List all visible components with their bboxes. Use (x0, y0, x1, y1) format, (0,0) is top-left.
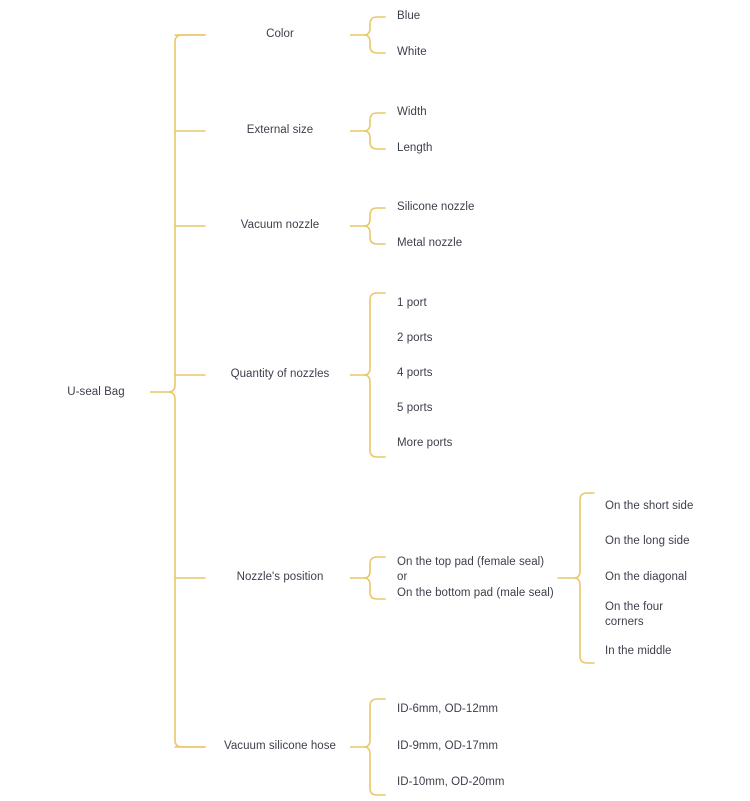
branch-node-quantity-of-nozzles[interactable]: Quantity of nozzles (210, 357, 350, 393)
leaf-node-hose-id6-od12[interactable]: ID-6mm, OD-12mm (387, 696, 557, 724)
mind-map-diagram: U-seal Bag Color Blue White External siz… (0, 0, 750, 801)
leaf-node-silicone-nozzle[interactable]: Silicone nozzle (387, 194, 557, 222)
leaf-node-on-the-four-corners-label: On the four corners (605, 600, 664, 628)
branch-node-nozzles-position-label: Nozzle's position (236, 571, 324, 584)
brace-nozzle-position (363, 556, 386, 600)
leaf-node-on-the-long-side[interactable]: On the long side (595, 528, 705, 556)
leaf-node-hose-id9-od17[interactable]: ID-9mm, OD-17mm (387, 733, 557, 761)
leaf-node-on-the-short-side[interactable]: On the short side (595, 493, 705, 521)
branch-node-quantity-of-nozzles-label: Quantity of nozzles (230, 368, 330, 381)
leaf-node-in-the-middle[interactable]: In the middle (595, 638, 705, 666)
leaf-node-blue-label: Blue (397, 10, 421, 23)
leaf-node-on-the-diagonal[interactable]: On the diagonal (595, 564, 705, 592)
brace-quantity (363, 292, 386, 458)
leaf-node-more-ports[interactable]: More ports (387, 430, 557, 458)
leaf-node-hose-id6-od12-label: ID-6mm, OD-12mm (397, 703, 499, 716)
main-brace (167, 34, 206, 748)
leaf-node-width[interactable]: Width (387, 99, 557, 127)
leaf-node-hose-id10-od20-label: ID-10mm, OD-20mm (397, 776, 505, 789)
branch-node-vacuum-nozzle-label: Vacuum nozzle (240, 219, 320, 232)
leaf-node-metal-nozzle[interactable]: Metal nozzle (387, 230, 557, 258)
leaf-node-more-ports-label: More ports (397, 437, 453, 450)
branch-node-nozzles-position[interactable]: Nozzle's position (210, 560, 350, 596)
leaf-node-silicone-nozzle-label: Silicone nozzle (397, 201, 475, 214)
leaf-node-2-ports-label: 2 ports (397, 332, 433, 345)
leaf-node-1-port[interactable]: 1 port (387, 290, 557, 318)
leaf-node-blue[interactable]: Blue (387, 3, 557, 31)
branch-node-external-size[interactable]: External size (210, 113, 350, 149)
brace-vacuum-nozzle (363, 207, 386, 245)
branch-node-color-label: Color (266, 28, 294, 41)
leaf-node-pad-seal[interactable]: On the top pad (female seal) or On the b… (387, 556, 557, 600)
leaf-node-on-the-short-side-label: On the short side (605, 500, 694, 513)
leaf-node-on-the-long-side-label: On the long side (605, 535, 690, 548)
leaf-node-2-ports[interactable]: 2 ports (387, 325, 557, 353)
leaf-node-on-the-diagonal-label: On the diagonal (605, 571, 687, 584)
leaf-node-hose-id9-od17-label: ID-9mm, OD-17mm (397, 740, 499, 753)
leaf-node-5-ports[interactable]: 5 ports (387, 395, 557, 423)
leaf-node-on-the-four-corners[interactable]: On the four corners (595, 601, 705, 629)
leaf-node-white[interactable]: White (387, 39, 557, 67)
leaf-node-metal-nozzle-label: Metal nozzle (397, 237, 463, 250)
branch-node-vacuum-silicone-hose-label: Vacuum silicone hose (223, 740, 336, 753)
branch-node-vacuum-silicone-hose[interactable]: Vacuum silicone hose (210, 729, 350, 765)
leaf-node-white-label: White (397, 46, 427, 59)
leaf-node-5-ports-label: 5 ports (397, 402, 433, 415)
branch-node-external-size-label: External size (246, 124, 314, 137)
brace-external-size (363, 112, 386, 150)
root-node-u-seal-bag[interactable]: U-seal Bag (42, 374, 150, 411)
leaf-node-4-ports[interactable]: 4 ports (387, 360, 557, 388)
leaf-node-in-the-middle-label: In the middle (605, 645, 672, 658)
brace-position-options (573, 492, 595, 664)
leaf-node-width-label: Width (397, 106, 427, 119)
leaf-node-pad-seal-label: On the top pad (female seal) or On the b… (397, 556, 554, 599)
leaf-node-hose-id10-od20[interactable]: ID-10mm, OD-20mm (387, 769, 557, 797)
branch-node-vacuum-nozzle[interactable]: Vacuum nozzle (210, 208, 350, 244)
root-node-label: U-seal Bag (67, 385, 125, 398)
leaf-node-1-port-label: 1 port (397, 297, 427, 310)
brace-color (363, 16, 386, 54)
branch-node-color[interactable]: Color (210, 17, 350, 53)
leaf-node-length-label: Length (397, 142, 433, 155)
brace-hose (363, 698, 386, 796)
leaf-node-4-ports-label: 4 ports (397, 367, 433, 380)
leaf-node-length[interactable]: Length (387, 135, 557, 163)
